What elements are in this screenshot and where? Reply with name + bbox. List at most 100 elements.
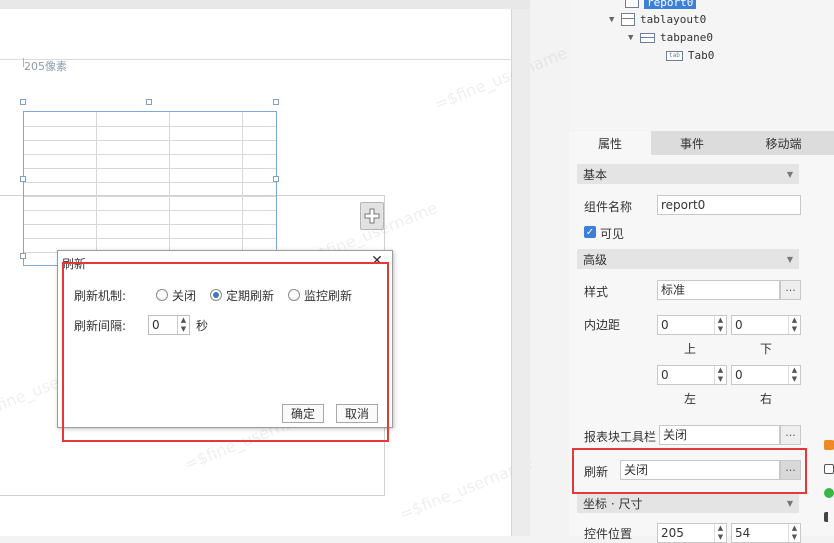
resize-handle-w[interactable] [20, 176, 26, 182]
interval-value[interactable]: 0 [149, 316, 177, 334]
visible-checkbox[interactable]: ✓ [584, 226, 596, 238]
report-block-widget[interactable] [23, 111, 277, 266]
tree-item-label: Tab0 [687, 49, 715, 62]
radio-off-dot[interactable] [156, 289, 168, 301]
chevron-down-icon[interactable]: ▼ [787, 255, 793, 264]
style-field[interactable]: 标准 [657, 280, 780, 300]
tree-item-tablayout0[interactable]: ▼ tablayout0 [609, 13, 706, 26]
style-more-button[interactable]: ··· [780, 280, 801, 300]
window-icon[interactable] [824, 464, 834, 474]
component-name-field[interactable]: report0 [657, 195, 801, 215]
padding-left-value[interactable]: 0 [658, 366, 714, 384]
chevron-down-icon[interactable]: ▼ [789, 533, 800, 542]
radio-monitor-label: 监控刷新 [304, 288, 353, 303]
section-coords[interactable]: 坐标 · 尺寸 ▼ [577, 493, 799, 513]
refresh-interval-label: 刷新间隔: [74, 318, 127, 333]
padding-right-value[interactable]: 0 [732, 366, 788, 384]
resize-handle-sw[interactable] [20, 253, 26, 259]
system-tray-strip [822, 437, 834, 536]
section-advanced-title: 高级 [583, 252, 608, 267]
property-tabs: 属性 事件 移动端 [569, 131, 834, 155]
tree-item-label: report0 [644, 0, 697, 9]
chevron-down-icon[interactable]: ▼ [787, 499, 793, 508]
radio-periodic-dot[interactable] [210, 289, 223, 301]
tree-item-report0[interactable]: report0 [625, 0, 697, 9]
chevron-down-icon[interactable]: ▼ [715, 375, 726, 384]
position-label: 控件位置 [584, 527, 633, 541]
position-y-value[interactable]: 54 [732, 524, 788, 542]
interval-stepper[interactable]: 0 ▲ ▼ [148, 315, 190, 335]
chevron-up-icon[interactable]: ▲ [789, 316, 800, 325]
refresh-more-button[interactable]: ··· [780, 460, 801, 480]
speaker-icon[interactable] [824, 512, 834, 522]
width-label: 205像素 [24, 60, 67, 73]
padding-left-caption: 左 [683, 392, 696, 406]
tree-item-tab0[interactable]: tab Tab0 [666, 49, 714, 62]
radio-off[interactable]: 关闭 [156, 287, 196, 304]
refresh-interval-row: 刷新间隔: 0 ▲ ▼ 秒 [74, 315, 208, 335]
radio-periodic-label: 定期刷新 [226, 288, 275, 303]
section-advanced[interactable]: 高级 ▼ [577, 249, 799, 269]
tab-icon: tab [666, 50, 683, 61]
tree-item-tabpane0[interactable]: ▼ tabpane0 [628, 31, 713, 44]
expand-arrow-icon[interactable]: ▼ [628, 33, 640, 43]
radio-periodic[interactable]: 定期刷新 [210, 287, 274, 304]
chevron-up-icon[interactable]: ▲ [715, 524, 726, 533]
chat-icon[interactable] [824, 488, 834, 498]
chevron-up-icon[interactable]: ▲ [789, 524, 800, 533]
tab-properties[interactable]: 属性 [569, 131, 651, 155]
chevron-down-icon[interactable]: ▼ [789, 375, 800, 384]
padding-right-stepper[interactable]: 0 ▲ ▼ [731, 365, 801, 385]
dialog-title: 刷新 [62, 257, 87, 271]
ok-button[interactable]: 确定 [282, 404, 324, 423]
refresh-field[interactable]: 关闭 [620, 460, 780, 480]
watermark-text: =$fine_username [431, 43, 571, 114]
resize-handle-n[interactable] [146, 99, 152, 105]
component-tree: report0 ▼ tablayout0 ▼ tabpane0 tab Tab0 [569, 0, 834, 130]
close-icon[interactable]: ✕ [370, 253, 384, 269]
chevron-down-icon[interactable]: ▼ [715, 533, 726, 542]
chevron-up-icon[interactable]: ▲ [715, 316, 726, 325]
chevron-down-icon[interactable]: ▼ [715, 325, 726, 334]
padding-bottom-caption: 下 [759, 342, 772, 356]
resize-handle-ne[interactable] [273, 99, 279, 105]
chevron-down-icon[interactable]: ▼ [787, 170, 793, 179]
refresh-dialog: 刷新 ✕ 刷新机制: 关闭 定期刷新 监控刷新 刷新间隔: 0 ▲ ▼ 秒 确定… [57, 250, 393, 428]
position-x-value[interactable]: 205 [658, 524, 714, 542]
chevron-down-icon[interactable]: ▼ [789, 325, 800, 334]
resize-handle-nw[interactable] [20, 99, 26, 105]
chevron-up-icon[interactable]: ▲ [178, 316, 189, 325]
padding-top-value[interactable]: 0 [658, 316, 714, 334]
position-y-stepper[interactable]: 54 ▲ ▼ [731, 523, 801, 543]
radio-monitor-dot[interactable] [288, 289, 301, 301]
padding-bottom-stepper[interactable]: 0 ▲ ▼ [731, 315, 801, 335]
tab-mobile[interactable]: 移动端 [733, 131, 834, 155]
stepper-arrows[interactable]: ▲ ▼ [177, 316, 189, 334]
chevron-down-icon[interactable]: ▼ [178, 325, 189, 334]
report-icon [625, 0, 639, 8]
section-basic-title: 基本 [583, 167, 608, 182]
section-coords-title: 坐标 · 尺寸 [583, 496, 643, 511]
radio-monitor[interactable]: 监控刷新 [288, 287, 352, 304]
section-basic[interactable]: 基本 ▼ [577, 164, 799, 184]
padding-top-stepper[interactable]: 0 ▲ ▼ [657, 315, 727, 335]
app-icon[interactable] [824, 440, 834, 450]
tabpane-icon [640, 32, 655, 43]
toolbar-more-button[interactable]: ··· [780, 425, 801, 445]
expand-arrow-icon[interactable]: ▼ [609, 15, 621, 25]
padding-left-stepper[interactable]: 0 ▲ ▼ [657, 365, 727, 385]
canvas-scrollbar[interactable] [512, 9, 530, 536]
position-x-stepper[interactable]: 205 ▲ ▼ [657, 523, 727, 543]
padding-bottom-value[interactable]: 0 [732, 316, 788, 334]
refresh-mode-row: 刷新机制: 关闭 定期刷新 监控刷新 [74, 287, 366, 303]
resize-handle-e[interactable] [273, 176, 279, 182]
cancel-button[interactable]: 取消 [336, 404, 378, 423]
tab-events[interactable]: 事件 [651, 131, 733, 155]
toolbar-field[interactable]: 关闭 [659, 425, 780, 445]
tree-item-label: tablayout0 [640, 13, 707, 26]
component-name-label: 组件名称 [584, 200, 633, 214]
refresh-label: 刷新 [584, 465, 609, 479]
properties-panel: 基本 ▼ 组件名称 report0 ✓ 可见 高级 ▼ 样式 标准 ··· 内边… [569, 155, 834, 543]
chevron-up-icon[interactable]: ▲ [789, 366, 800, 375]
chevron-up-icon[interactable]: ▲ [715, 366, 726, 375]
